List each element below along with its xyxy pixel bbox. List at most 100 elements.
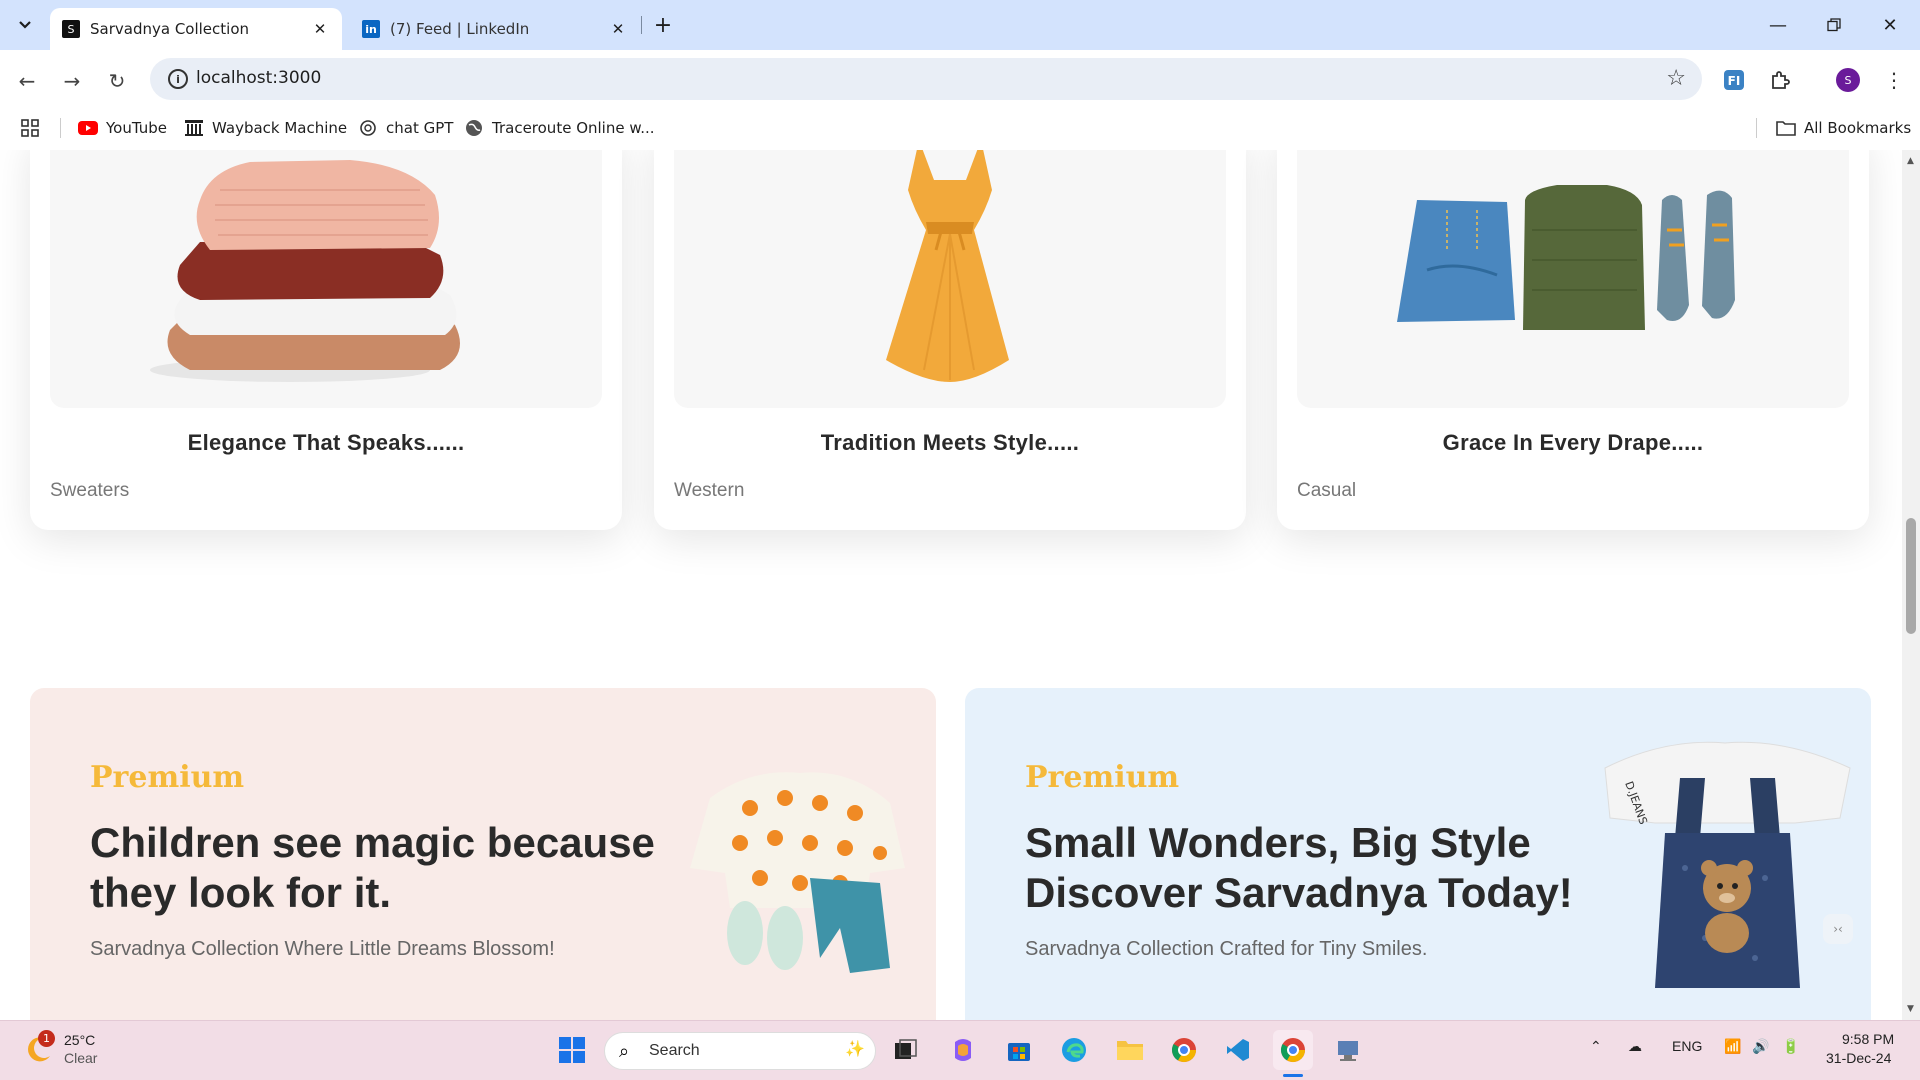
extension-translate-button[interactable]: FI [1718,64,1750,96]
promo-pretitle: Premium [90,760,245,795]
tab-title: Sarvadnya Collection [90,20,250,38]
translate-extension-icon: FI [1724,70,1744,90]
bookmark-youtube[interactable]: YouTube [78,116,167,140]
weather-temp: 25°C [64,1032,96,1048]
site-info-icon[interactable]: i [168,69,188,89]
page-viewport: Elegance That Speaks...... Sweaters Trad… [0,150,1902,1020]
tab-title: (7) Feed | LinkedIn [390,20,530,38]
promo-headline-line: Small Wonders, Big Style [1025,819,1531,866]
dungaree-outfit-image: D.JEANS [1604,741,1851,988]
reload-icon: ↻ [108,69,126,93]
card-image-western [674,150,1226,408]
taskbar-app-vscode[interactable] [1218,1030,1258,1070]
card-category: Western [674,480,745,501]
bookmark-label: YouTube [106,119,167,137]
bookmark-label: Traceroute Online w... [492,119,655,137]
card-category: Sweaters [50,480,130,501]
volume-icon[interactable]: 🔊 [1752,1038,1769,1055]
copilot-icon [955,1039,971,1061]
category-card[interactable]: Grace In Every Drape..... Casual [1277,150,1869,530]
tray-overflow-icon[interactable]: ⌃ [1590,1038,1602,1055]
clock-time[interactable]: 9:58 PM [1842,1031,1894,1047]
taskbar-app-edge[interactable] [1054,1030,1094,1070]
tab-search-button[interactable] [10,10,40,40]
taskbar-app-taskview[interactable] [886,1030,926,1070]
taskbar-app-chrome-active[interactable] [1273,1030,1313,1070]
category-card[interactable]: Tradition Meets Style..... Western [654,150,1246,530]
minimize-button[interactable]: — [1750,0,1806,50]
wayback-icon [184,119,204,137]
bookmark-star-icon[interactable]: ☆ [1666,66,1686,91]
new-tab-button[interactable]: + [650,12,676,38]
apps-grid-icon [21,119,39,137]
card-title: Grace In Every Drape..... [1442,430,1704,455]
scrollbar-thumb[interactable] [1906,518,1916,634]
all-bookmarks-button[interactable]: All Bookmarks [1776,116,1911,140]
globe-icon [464,119,484,137]
notification-badge: 1 [38,1030,55,1047]
apps-button[interactable] [20,116,40,140]
extensions-button[interactable] [1764,64,1796,96]
tab-linkedin[interactable]: in (7) Feed | LinkedIn ✕ [350,8,640,50]
close-window-button[interactable]: ✕ [1862,0,1918,50]
taskbar-app-store[interactable] [999,1030,1039,1070]
bookmark-traceroute[interactable]: Traceroute Online w... [464,116,655,140]
category-card[interactable]: Elegance That Speaks...... Sweaters [30,150,622,530]
wifi-icon[interactable]: 📶 [1724,1038,1741,1055]
card-image-sweaters [50,150,602,408]
folded-sweaters-image [150,160,460,382]
scroll-down-arrow-icon[interactable]: ▼ [1907,1004,1914,1014]
restore-icon [1827,18,1841,32]
chevron-down-icon [19,21,31,29]
close-tab-icon[interactable]: ✕ [308,17,332,41]
start-button[interactable] [552,1030,592,1070]
chatgpt-icon [358,119,378,137]
promo-headline: Small Wonders, Big Style Discover Sarvad… [1025,818,1625,918]
bookmark-wayback[interactable]: Wayback Machine [184,116,347,140]
taskbar-app-explorer[interactable] [1110,1030,1150,1070]
promo-banner-children[interactable]: Premium Children see magic because they … [30,688,936,1020]
back-button[interactable]: ← [10,64,44,98]
tab-sarvadnya[interactable]: S Sarvadnya Collection ✕ [50,8,342,50]
clock-date[interactable]: 31-Dec-24 [1826,1050,1891,1066]
search-icon: ⌕ [619,1041,630,1062]
battery-icon[interactable]: 🔋 [1782,1038,1799,1055]
address-bar[interactable]: i localhost:3000 ☆ [150,58,1702,100]
task-view-icon [895,1039,917,1059]
vscode-icon [1227,1039,1249,1061]
jeans-sweater-shoes-image [1397,185,1735,330]
tab-strip: S Sarvadnya Collection ✕ in (7) Feed | L… [0,0,1920,50]
linkedin-icon: in [362,20,380,38]
chrome-icon [1171,1038,1196,1063]
restore-button[interactable] [1806,0,1862,50]
bookmark-label: chat GPT [386,119,454,137]
profile-button[interactable]: S [1832,64,1864,96]
network-cloud-icon[interactable]: ☁ [1628,1038,1642,1055]
browser-menu-button[interactable]: ⋮ [1878,64,1910,96]
search-highlight-icon: ✨ [845,1039,865,1058]
url-text[interactable]: localhost:3000 [196,68,321,88]
taskbar-app-copilot[interactable] [943,1030,983,1070]
taskbar-app-chrome[interactable] [1164,1030,1204,1070]
weather-widget[interactable]: 1 25°C Clear [24,1030,114,1070]
forward-arrow-icon: → [63,69,81,93]
page-scrollbar[interactable]: ▲ ▼ [1902,150,1920,1020]
promo-subtitle: Sarvadnya Collection Where Little Dreams… [90,938,555,960]
tab-divider [641,16,642,34]
language-indicator[interactable]: ENG [1672,1038,1702,1054]
scroll-up-arrow-icon[interactable]: ▲ [1907,156,1914,166]
card-title: Elegance That Speaks...... [187,430,465,455]
reload-button[interactable]: ↻ [100,64,134,98]
close-tab-icon[interactable]: ✕ [606,17,630,41]
taskbar-search[interactable]: ⌕ Search ✨ [604,1032,876,1070]
taskbar-app-remote[interactable] [1328,1030,1368,1070]
yellow-dress-image [886,150,1009,382]
chrome-icon [1280,1038,1305,1063]
promo-banner-wonders[interactable]: Premium Small Wonders, Big Style Discove… [965,688,1871,1020]
promo-headline: Children see magic because they look for… [90,818,690,918]
folder-icon [1776,119,1796,137]
forward-button[interactable]: → [55,64,89,98]
remote-desktop-icon [1338,1041,1358,1061]
collapse-icon[interactable]: ›‹ [1823,914,1853,944]
bookmark-chatgpt[interactable]: chat GPT [358,116,453,140]
